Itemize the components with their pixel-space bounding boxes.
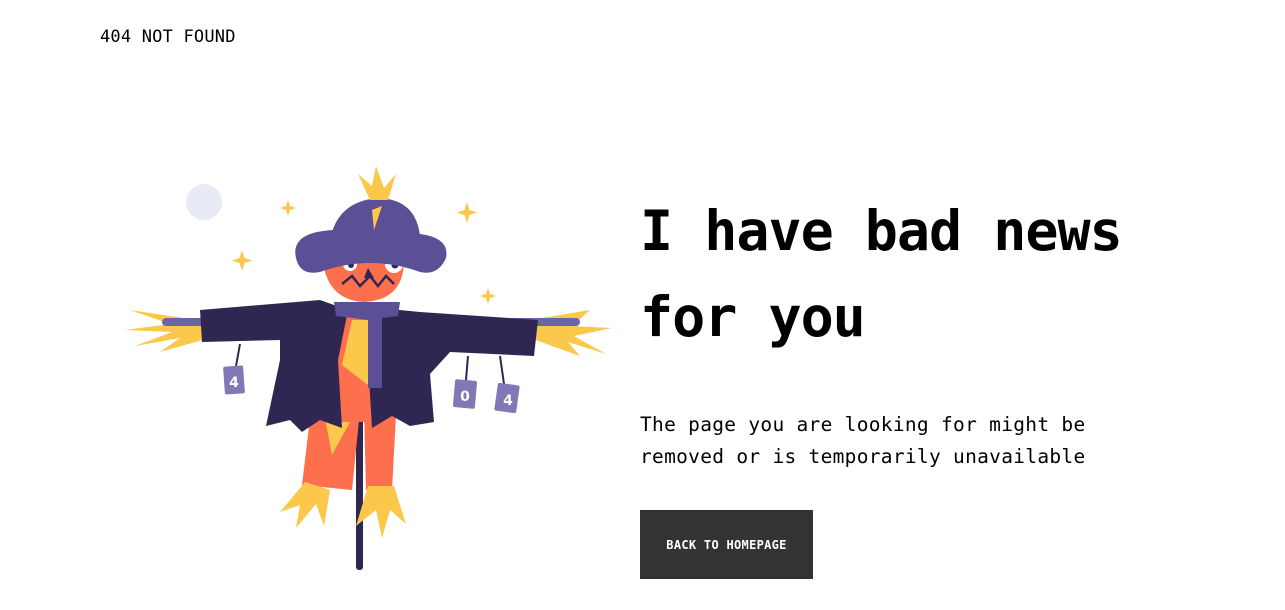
- error-message: The page you are looking for might be re…: [640, 413, 1086, 468]
- left-straw-hand: [125, 310, 210, 352]
- back-to-homepage-button[interactable]: BACK TO HOMEPAGE: [640, 510, 813, 579]
- tag-right-text: 4: [503, 393, 513, 409]
- right-foot-straw: [356, 486, 406, 538]
- sparkle-icon: [280, 200, 296, 216]
- page-headline: I have bad news for you: [640, 199, 1123, 349]
- tag-middle-text: 0: [460, 389, 470, 405]
- right-straw-hand: [530, 310, 612, 356]
- scarecrow-illustration: 4 0 4: [125, 166, 612, 570]
- sparkle-icon: [231, 250, 253, 271]
- left-foot-straw: [280, 482, 330, 528]
- error-code-label: 404 NOT FOUND: [100, 27, 236, 47]
- tag-left-text: 4: [229, 375, 239, 391]
- sparkle-icon: [480, 288, 496, 304]
- moon-icon: [186, 184, 222, 220]
- coat: [200, 300, 348, 432]
- sparkle-icon: [456, 202, 478, 223]
- hat-straw: [358, 166, 396, 200]
